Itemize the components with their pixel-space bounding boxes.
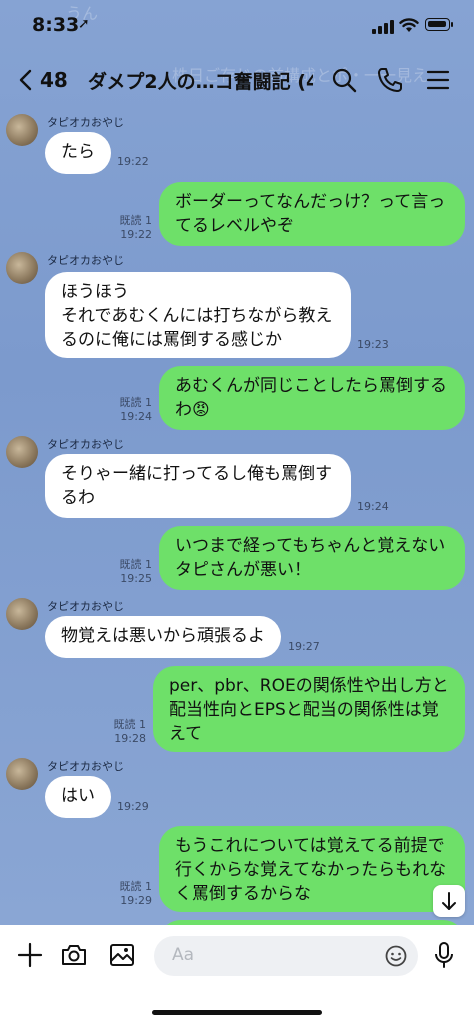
menu-icon[interactable]: [424, 66, 452, 94]
camera-icon[interactable]: [60, 941, 88, 969]
message-time: 19:29: [117, 800, 149, 813]
image-icon[interactable]: [108, 941, 136, 969]
message-time: 19:27: [288, 640, 320, 653]
microphone-icon[interactable]: [430, 941, 458, 969]
unread-count: 48: [40, 68, 68, 92]
message-input-placeholder: Aa: [172, 945, 195, 965]
message-time: 19:24: [120, 410, 152, 423]
scroll-to-bottom-button[interactable]: [433, 885, 465, 917]
message-bubble-outgoing[interactable]: ボーダーってなんだっけ？って言ってるレベルやぞ: [159, 182, 465, 246]
chat-header: 48 ダメプ2人の…コ奮闘記 (4): [0, 52, 474, 108]
message-time: 19:24: [357, 500, 389, 513]
message-time: 19:22: [117, 155, 149, 168]
message-text: もうこれについては覚えてる前提で行くからな覚えてなかったらもれなく罵倒するからな: [175, 836, 447, 904]
message-text: per、pbr、ROEの関係性や出し方と配当性向とEPSと配当の関係性は覚えて: [169, 676, 449, 744]
message-time: 19:22: [120, 228, 152, 241]
back-button[interactable]: 48: [18, 66, 68, 94]
message-bubble-incoming[interactable]: たら: [45, 132, 111, 174]
message-time: 19:28: [114, 732, 146, 745]
read-receipt: 既読 1: [113, 718, 147, 731]
arrow-down-icon: [442, 892, 456, 910]
battery-tip: [451, 22, 453, 27]
message-bubble-incoming[interactable]: はい: [45, 776, 111, 818]
cellular-signal-icon: [372, 20, 394, 34]
read-receipt: 既読 1: [119, 880, 153, 893]
emoji-icon[interactable]: [385, 945, 407, 967]
plus-icon[interactable]: [16, 941, 44, 969]
message-text: ボーダーってなんだっけ？って言ってるレベルやぞ: [175, 192, 446, 236]
message-time: 19:29: [120, 894, 152, 907]
avatar[interactable]: [6, 252, 38, 284]
sender-name: タピオカおやじ: [47, 438, 124, 451]
battery-icon: [425, 18, 450, 31]
sender-name: タピオカおやじ: [47, 760, 124, 773]
message-time: 19:25: [120, 572, 152, 585]
message-text: たら: [61, 142, 95, 162]
avatar[interactable]: [6, 436, 38, 468]
read-receipt: 既読 1: [119, 558, 153, 571]
message-text: 物覚えは悪いから頑張るよ: [61, 626, 265, 646]
message-bubble-incoming[interactable]: ほうほう それであむくんには打ちながら教えるのに俺には罵倒する感じか: [45, 272, 351, 358]
message-input[interactable]: Aa: [154, 936, 418, 976]
message-bubble-incoming[interactable]: 物覚えは悪いから頑張るよ: [45, 616, 281, 658]
message-bubble-outgoing[interactable]: もうこれについては覚えてる前提で行くからな覚えてなかったらもれなく罵倒するからな: [159, 826, 465, 912]
sender-name: タピオカおやじ: [47, 254, 124, 267]
message-text: あむくんが同じことしたら罵倒するわ😡: [175, 376, 447, 420]
read-receipt: 既読 1: [119, 396, 153, 409]
message-time: 19:23: [357, 338, 389, 351]
sender-name: タピオカおやじ: [47, 116, 124, 129]
message-bubble-incoming[interactable]: そりゃー緒に打ってるし俺も罵倒するわ: [45, 454, 351, 518]
avatar[interactable]: [6, 598, 38, 630]
message-text: はい: [61, 786, 95, 806]
input-bar: Aa: [0, 925, 474, 1024]
status-time: 8:33: [32, 14, 80, 36]
phone-icon[interactable]: [376, 66, 404, 94]
avatar[interactable]: [6, 758, 38, 790]
chat-title[interactable]: ダメプ2人の…コ奮闘記 (4): [88, 67, 313, 94]
wifi-icon: [399, 17, 419, 33]
chevron-left-icon: [19, 69, 32, 91]
status-bar: 8:33 ➚: [0, 0, 474, 52]
message-text: ほうほう それであむくんには打ちながら教えるのに俺には罵倒する感じか: [61, 282, 333, 350]
search-icon[interactable]: [330, 66, 358, 94]
message-bubble-outgoing[interactable]: あむくんが同じことしたら罵倒するわ😡: [159, 366, 465, 430]
message-bubble-outgoing[interactable]: いつまで経ってもちゃんと覚えないタピさんが悪い！: [159, 526, 465, 590]
message-text: そりゃー緒に打ってるし俺も罵倒するわ: [61, 464, 333, 508]
message-text: いつまで経ってもちゃんと覚えないタピさんが悪い！: [175, 536, 446, 580]
location-arrow-icon: ➚: [78, 16, 90, 32]
sender-name: タピオカおやじ: [47, 600, 124, 613]
read-receipt: 既読 1: [119, 214, 153, 227]
message-bubble-outgoing[interactable]: per、pbr、ROEの関係性や出し方と配当性向とEPSと配当の関係性は覚えて: [153, 666, 465, 752]
home-indicator: [152, 1010, 322, 1015]
avatar[interactable]: [6, 114, 38, 146]
message-list[interactable]: タピオカおやじ たら 19:22 既読 1 19:22 ボーダーってなんだっけ？…: [0, 108, 474, 942]
